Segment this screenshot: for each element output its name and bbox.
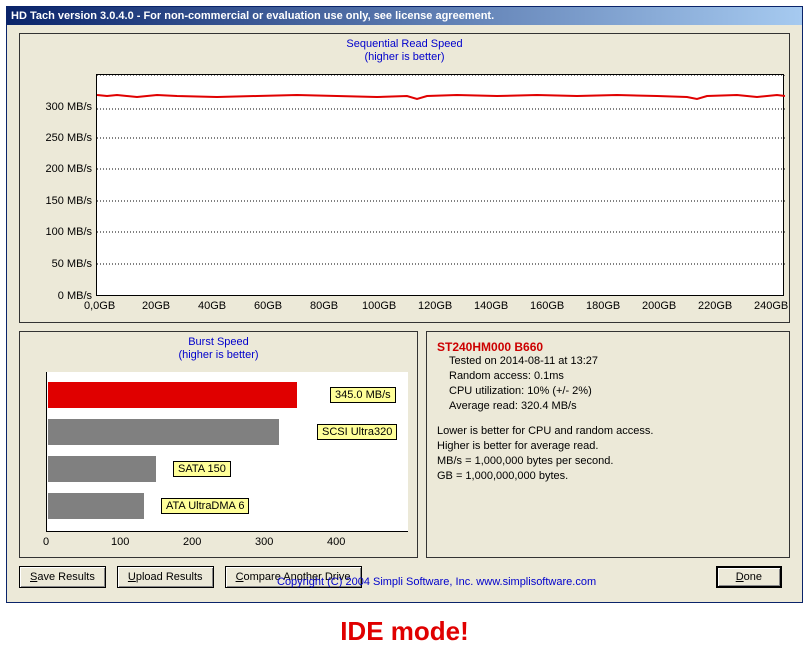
burst-label: SATA 150 <box>173 461 231 477</box>
chart2-xtick: 0 <box>43 536 49 548</box>
chart2-title: Burst Speed(higher is better) <box>20 332 417 362</box>
burst-bar <box>48 493 144 519</box>
chart1-xtick: 120GB <box>418 300 452 312</box>
chart1-xtick: 140GB <box>474 300 508 312</box>
info-cpu: CPU utilization: 10% (+/- 2%) <box>449 384 779 399</box>
chart1-ytick: 100 MB/s <box>20 226 92 238</box>
chart1-ytick: 250 MB/s <box>20 132 92 144</box>
chart1-xtick: 160GB <box>530 300 564 312</box>
chart1-ytick: 300 MB/s <box>20 101 92 113</box>
info-note: Higher is better for average read. <box>437 439 779 454</box>
burst-speed-chart: Burst Speed(higher is better) 345.0 MB/s… <box>19 331 418 558</box>
drive-info-panel: ST240HM000 B660 Tested on 2014-08-11 at … <box>426 331 790 558</box>
chart1-xtick: 60GB <box>254 300 282 312</box>
chart1-xtick: 180GB <box>586 300 620 312</box>
chart2-xtick: 100 <box>111 536 129 548</box>
chart2-plot: 345.0 MB/s SCSI Ultra320 SATA 150 ATA Ul… <box>46 372 408 532</box>
chart1-xtick: 240GB <box>754 300 788 312</box>
chart1-xtick: 80GB <box>310 300 338 312</box>
info-tested: Tested on 2014-08-11 at 13:27 <box>449 354 779 369</box>
chart1-ytick: 50 MB/s <box>20 258 92 270</box>
copyright-text: Copyright (C) 2004 Simpli Software, Inc.… <box>277 576 596 588</box>
chart2-xtick: 200 <box>183 536 201 548</box>
chart1-ytick: 0 MB/s <box>20 290 92 302</box>
chart1-ytick: 200 MB/s <box>20 163 92 175</box>
info-random: Random access: 0.1ms <box>449 369 779 384</box>
chart1-xtick: 20GB <box>142 300 170 312</box>
info-note: MB/s = 1,000,000 bytes per second. <box>437 454 779 469</box>
save-results-button[interactable]: Save Results <box>19 566 106 588</box>
chart1-xtick: 100GB <box>362 300 396 312</box>
chart1-xtick: 220GB <box>698 300 732 312</box>
info-note: GB = 1,000,000,000 bytes. <box>437 469 779 484</box>
chart1-xtick: 200GB <box>642 300 676 312</box>
burst-bar <box>48 419 279 445</box>
burst-bar-current <box>48 382 297 408</box>
burst-label: SCSI Ultra320 <box>317 424 397 440</box>
info-note: Lower is better for CPU and random acces… <box>437 424 779 439</box>
chart1-xtick: 40GB <box>198 300 226 312</box>
chart1-title: Sequential Read Speed(higher is better) <box>20 34 789 64</box>
chart1-plot <box>96 74 784 296</box>
done-button[interactable]: Done <box>716 566 782 588</box>
burst-bar <box>48 456 156 482</box>
info-avg: Average read: 320.4 MB/s <box>449 399 779 414</box>
chart2-xtick: 400 <box>327 536 345 548</box>
drive-model: ST240HM000 B660 <box>437 340 779 354</box>
title-bar: HD Tach version 3.0.4.0 - For non-commer… <box>7 7 802 25</box>
caption-text: IDE mode! <box>0 616 809 647</box>
upload-results-button[interactable]: Upload Results <box>117 566 214 588</box>
chart1-ytick: 150 MB/s <box>20 195 92 207</box>
chart2-xtick: 300 <box>255 536 273 548</box>
chart1-xtick: 0,0GB <box>84 300 115 312</box>
burst-label: 345.0 MB/s <box>330 387 396 403</box>
burst-label: ATA UltraDMA 6 <box>161 498 249 514</box>
sequential-read-chart: Sequential Read Speed(higher is better) <box>19 33 790 323</box>
